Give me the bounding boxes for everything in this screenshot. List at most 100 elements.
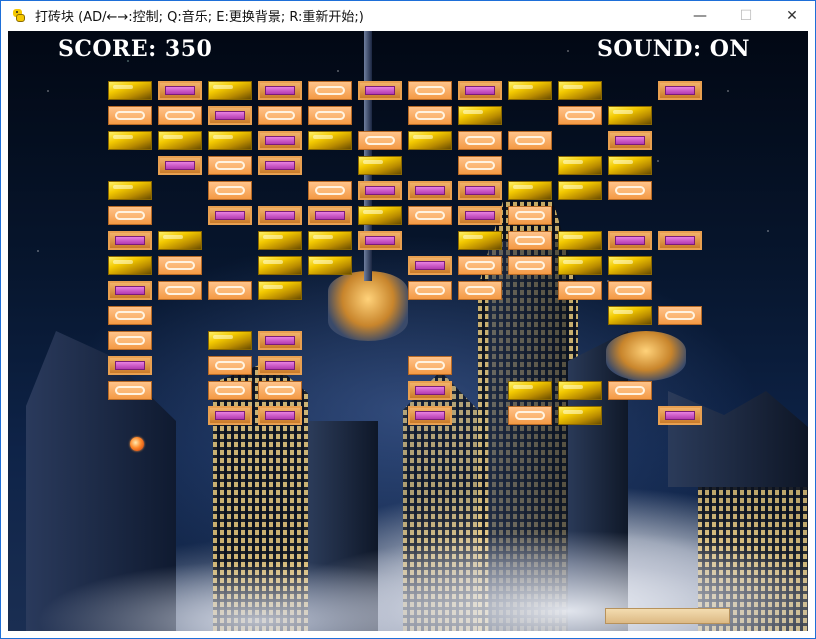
pink-brick [258, 356, 302, 375]
gold-brick [308, 256, 352, 275]
ring-brick [458, 281, 502, 300]
gold-brick [558, 231, 602, 250]
pink-brick [408, 406, 452, 425]
pink-brick [458, 181, 502, 200]
pink-brick [258, 206, 302, 225]
pink-brick [408, 256, 452, 275]
ring-brick [258, 381, 302, 400]
gold-brick [108, 81, 152, 100]
gold-brick [508, 81, 552, 100]
pink-brick [258, 81, 302, 100]
python-game-icon [11, 8, 27, 24]
title-bar[interactable]: 打砖块 (AD/←→:控制; Q:音乐; E:更换背景; R:重新开始;) — … [1, 1, 815, 30]
gold-brick [158, 231, 202, 250]
ring-brick [158, 106, 202, 125]
ring-brick [158, 256, 202, 275]
gold-brick [558, 181, 602, 200]
ring-brick [408, 106, 452, 125]
close-button[interactable]: ✕ [769, 1, 815, 30]
ring-brick [558, 281, 602, 300]
ring-brick [408, 81, 452, 100]
gold-brick [308, 131, 352, 150]
pink-brick [258, 156, 302, 175]
ring-brick [108, 206, 152, 225]
pink-brick [658, 231, 702, 250]
pink-brick [208, 106, 252, 125]
pink-brick [108, 356, 152, 375]
gold-brick [108, 181, 152, 200]
gold-brick [458, 231, 502, 250]
gold-brick [558, 406, 602, 425]
ring-brick [358, 131, 402, 150]
ball [130, 437, 144, 451]
gold-brick [608, 306, 652, 325]
ring-brick [308, 81, 352, 100]
gold-brick [508, 181, 552, 200]
ring-brick [208, 181, 252, 200]
ring-brick [208, 281, 252, 300]
gold-brick [308, 231, 352, 250]
window-title: 打砖块 (AD/←→:控制; Q:音乐; E:更换背景; R:重新开始;) [35, 10, 364, 25]
gold-brick [108, 131, 152, 150]
gold-brick [458, 106, 502, 125]
ring-brick [108, 381, 152, 400]
score-display: SCORE: 350 [58, 36, 213, 62]
game-window: 打砖块 (AD/←→:控制; Q:音乐; E:更换背景; R:重新开始;) — … [0, 0, 816, 639]
pink-brick [358, 231, 402, 250]
maximize-button[interactable]: ☐ [723, 1, 769, 30]
ring-brick [458, 156, 502, 175]
gold-brick [558, 381, 602, 400]
gold-brick [358, 206, 402, 225]
gold-brick [108, 256, 152, 275]
pink-brick [408, 181, 452, 200]
gold-brick [608, 156, 652, 175]
ring-brick [108, 106, 152, 125]
ring-brick [508, 206, 552, 225]
ring-brick [508, 131, 552, 150]
gold-brick [558, 256, 602, 275]
pink-brick [608, 231, 652, 250]
gold-brick [258, 281, 302, 300]
gold-brick [508, 381, 552, 400]
pink-brick [258, 131, 302, 150]
gold-brick [258, 256, 302, 275]
pink-brick [208, 406, 252, 425]
gold-brick [608, 106, 652, 125]
gold-brick [408, 131, 452, 150]
gold-brick [558, 156, 602, 175]
ring-brick [408, 206, 452, 225]
ring-brick [308, 181, 352, 200]
ring-brick [458, 256, 502, 275]
gold-brick [208, 131, 252, 150]
game-canvas[interactable]: SCORE: 350 SOUND: ON [8, 31, 808, 631]
ring-brick [608, 281, 652, 300]
ring-brick [208, 381, 252, 400]
pink-brick [308, 206, 352, 225]
pink-brick [158, 156, 202, 175]
gold-brick [558, 81, 602, 100]
ring-brick [558, 106, 602, 125]
sound-status: SOUND: ON [597, 36, 750, 62]
ring-brick [458, 131, 502, 150]
gold-brick [608, 256, 652, 275]
ring-brick [608, 181, 652, 200]
ring-brick [508, 231, 552, 250]
ring-brick [308, 106, 352, 125]
pink-brick [408, 381, 452, 400]
pink-brick [158, 81, 202, 100]
ring-brick [408, 281, 452, 300]
pink-brick [458, 206, 502, 225]
ring-brick [108, 306, 152, 325]
gold-brick [208, 81, 252, 100]
ring-brick [508, 406, 552, 425]
pink-brick [108, 281, 152, 300]
pink-brick [358, 181, 402, 200]
gold-brick [358, 156, 402, 175]
ring-brick [608, 381, 652, 400]
pink-brick [658, 81, 702, 100]
minimize-button[interactable]: — [677, 1, 723, 30]
paddle[interactable] [605, 608, 730, 624]
gold-brick [158, 131, 202, 150]
ring-brick [108, 331, 152, 350]
ring-brick [658, 306, 702, 325]
